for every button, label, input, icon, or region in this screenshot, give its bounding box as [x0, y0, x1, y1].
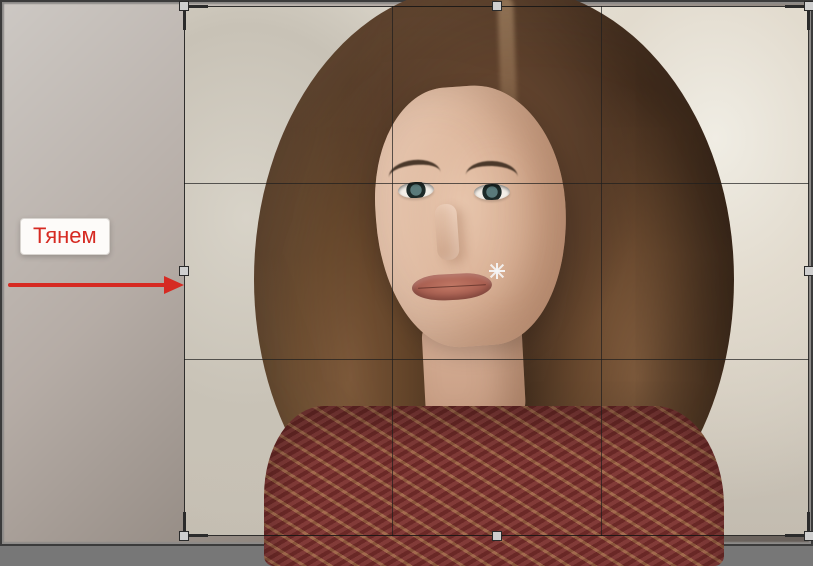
grid-horizontal-2 [184, 359, 809, 360]
crop-rectangle[interactable] [184, 6, 809, 536]
crop-handle-top-left[interactable] [179, 1, 189, 11]
grid-vertical-1 [392, 6, 393, 536]
crop-handle-bottom[interactable] [492, 531, 502, 541]
photo-nose [434, 203, 460, 260]
annotation-tooltip: Тянем [20, 218, 110, 255]
grid-horizontal-1 [184, 183, 809, 184]
photo-clothing [264, 406, 724, 566]
crop-handle-top-right[interactable] [804, 1, 813, 11]
crop-handle-bottom-left[interactable] [179, 531, 189, 541]
crop-handle-right[interactable] [804, 266, 813, 276]
crop-handle-top[interactable] [492, 1, 502, 11]
grid-vertical-2 [601, 6, 602, 536]
editor-canvas: Тянем [0, 0, 813, 546]
crop-handle-left[interactable] [179, 266, 189, 276]
crop-handle-bottom-right[interactable] [804, 531, 813, 541]
